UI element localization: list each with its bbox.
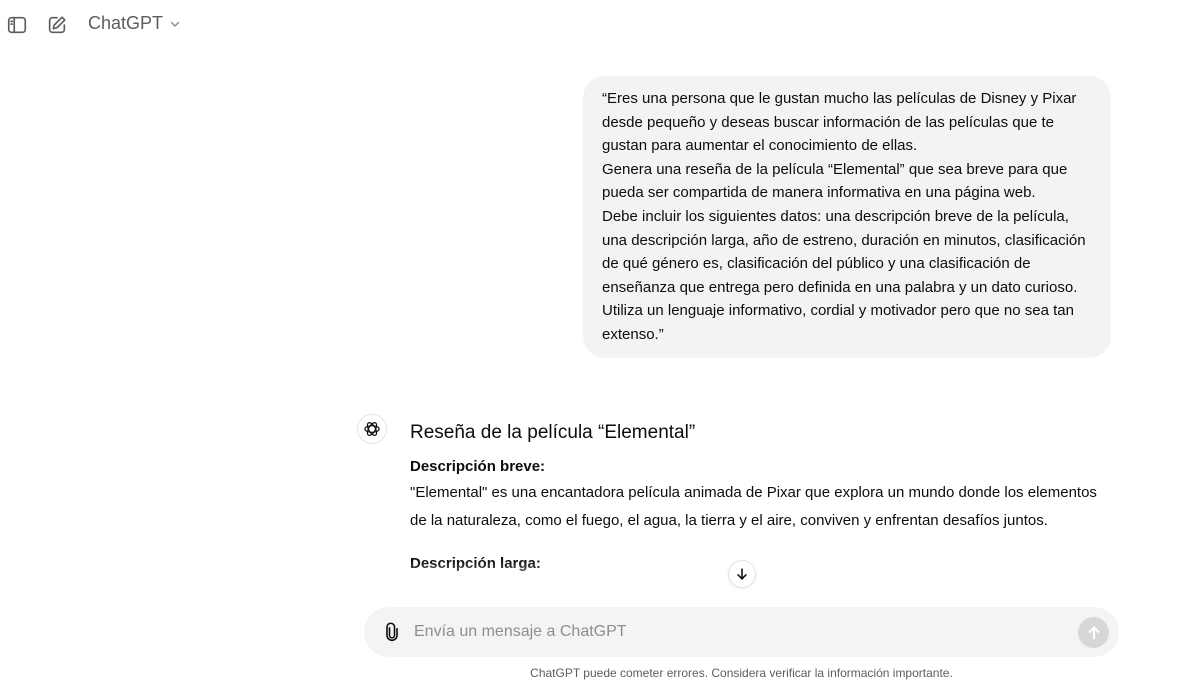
- chevron-down-icon: [170, 21, 180, 27]
- arrow-down-icon: [737, 568, 747, 580]
- disclaimer-text: ChatGPT puede cometer errores. Considera…: [530, 666, 953, 680]
- model-selector[interactable]: ChatGPT: [88, 13, 181, 34]
- user-message-line: Utiliza un lenguaje informativo, cordial…: [602, 302, 1074, 343]
- scroll-to-bottom-button[interactable]: [728, 560, 756, 588]
- sidebar-toggle-icon[interactable]: [4, 12, 30, 38]
- user-message-line: Genera una reseña de la película “Elemen…: [602, 160, 1068, 202]
- paperclip-icon[interactable]: [381, 621, 403, 643]
- assistant-answer: Reseña de la película “Elemental” Descri…: [410, 422, 1110, 576]
- new-chat-icon[interactable]: [44, 12, 70, 38]
- user-message-bubble: “Eres una persona que le gustan mucho la…: [583, 76, 1111, 358]
- answer-title: Reseña de la película “Elemental”: [410, 422, 696, 443]
- top-bar: ChatGPT: [0, 0, 1195, 50]
- send-button[interactable]: [1078, 617, 1109, 648]
- arrow-up-icon: [1088, 626, 1099, 639]
- user-message-line: Debe incluir los siguientes datos: una d…: [602, 207, 1086, 296]
- model-name: ChatGPT: [88, 13, 164, 33]
- chatgpt-logo-icon: [357, 414, 387, 444]
- short-description-heading: Descripción breve:: [410, 458, 546, 475]
- message-composer: [364, 607, 1119, 657]
- message-input[interactable]: [414, 619, 1064, 645]
- user-message-line: “Eres una persona que le gustan mucho la…: [602, 90, 1077, 155]
- short-description-text: "Elemental" es una encantadora película …: [410, 484, 1097, 529]
